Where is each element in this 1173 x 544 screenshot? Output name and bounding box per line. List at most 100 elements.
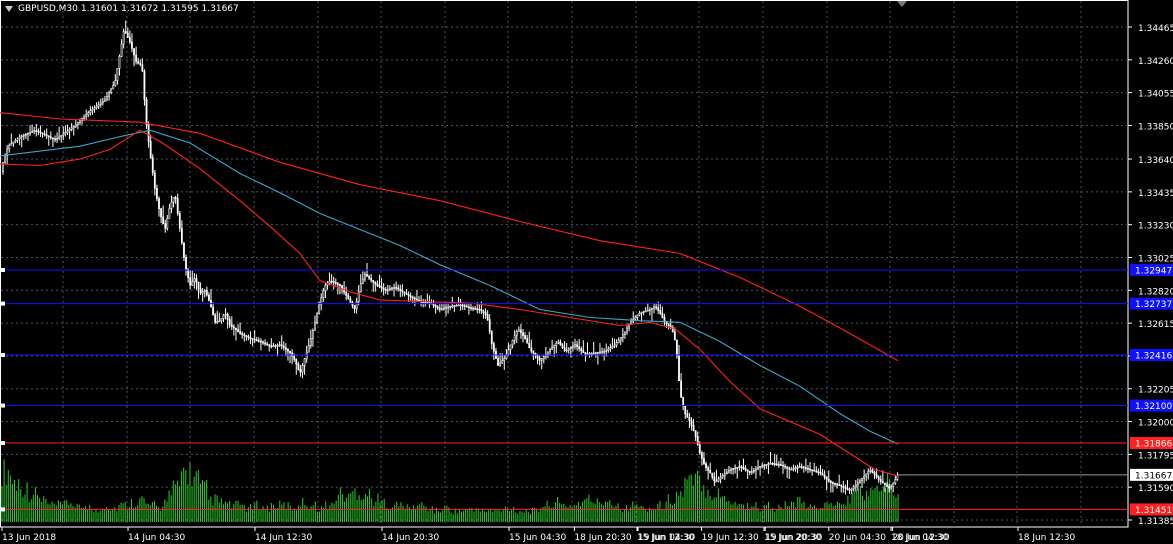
chart-window[interactable]: 1.34465 1.34260 1.34055 1.33850 1.33640 1.334… [0, 0, 1173, 544]
candle-body [280, 344, 283, 347]
candle-body [809, 468, 811, 471]
candle-body [112, 85, 115, 90]
candle-body [528, 342, 531, 349]
candle-body [482, 310, 485, 313]
candle-body [166, 218, 169, 229]
candle-body [197, 281, 200, 290]
candle-body [70, 127, 73, 130]
candle-body [761, 465, 764, 467]
candle-body [630, 320, 633, 325]
candle-body [307, 345, 310, 353]
candle-body [18, 136, 21, 139]
candle-body [653, 306, 655, 309]
candle-body [268, 344, 271, 347]
candle-body [153, 172, 156, 189]
candle-body [131, 41, 133, 49]
candle-body [16, 138, 19, 141]
candle-body [503, 358, 506, 362]
candle-body [786, 466, 789, 469]
candle-body [515, 331, 518, 337]
candle-body [840, 485, 843, 487]
time-axis-label: 15 Jun 04:30 [509, 533, 566, 543]
candle-body [104, 99, 106, 102]
candle-body [854, 484, 857, 488]
candle-body [804, 467, 807, 469]
candle-body [438, 307, 441, 310]
candle-body [345, 291, 348, 296]
candle-body [572, 345, 574, 348]
candle-body [474, 308, 477, 310]
candle-body [642, 311, 645, 313]
candle-body [8, 144, 11, 150]
dropdown-arrow-icon[interactable] [5, 6, 13, 12]
candle-body [549, 349, 551, 353]
time-axis-label: 18 Jun 20:30 [574, 533, 631, 543]
level-price-tag-label: 1.32947 [1135, 266, 1172, 276]
candle-body [89, 110, 92, 113]
candle-body [37, 130, 40, 133]
candle-body [569, 347, 572, 350]
candle-body [355, 301, 358, 310]
candle-body [391, 287, 393, 290]
symbol-header: GBPUSD,M30 1.31601 1.31672 1.31595 1.316… [5, 2, 239, 16]
candle-body [748, 470, 751, 473]
time-axis-label: 20 Jun 04:30 [829, 533, 886, 543]
candle-body [465, 305, 468, 308]
candle-body [203, 290, 206, 293]
price-axis-label: 1.34465 [1138, 24, 1173, 34]
candle-body [705, 463, 707, 469]
candle-body [451, 305, 454, 308]
candle-body [740, 466, 743, 468]
candle-body [24, 133, 27, 136]
candle-body [865, 473, 868, 477]
time-axis-label: 14 Jun 20:30 [382, 533, 439, 543]
chart-canvas[interactable]: 1.34465 1.34260 1.34055 1.33850 1.33640 1.334… [0, 0, 1173, 544]
candle-body [567, 348, 570, 351]
candle-body [239, 331, 242, 334]
candle-body [524, 335, 526, 339]
candle-body [68, 129, 71, 132]
candle-body [744, 468, 747, 471]
level-handle [1, 441, 5, 446]
candle-body [364, 274, 366, 280]
candle-body [189, 277, 192, 286]
candle-body [663, 316, 666, 322]
candle-body [580, 348, 583, 352]
candle-body [359, 283, 362, 293]
time-axis-label: 19 Jun 04:30 [638, 533, 695, 543]
candle-body [684, 405, 687, 415]
candle-body [243, 334, 246, 336]
candle-body [276, 344, 279, 347]
candle-body [58, 136, 61, 139]
candle-body [800, 466, 803, 468]
candle-body [767, 463, 770, 465]
candle-body [561, 344, 564, 349]
candle-body [703, 458, 705, 465]
candle-body [339, 284, 341, 286]
candle-body [395, 287, 398, 289]
candle-body [584, 352, 587, 355]
candle-body [742, 466, 745, 469]
candle-body [730, 468, 732, 471]
candle-body [114, 80, 117, 86]
candle-body [488, 319, 491, 332]
candle-body [178, 213, 181, 229]
candle-body [842, 485, 845, 488]
candle-body [838, 484, 841, 486]
candle-body [135, 54, 138, 62]
price-axis-label: 1.33025 [1138, 254, 1173, 264]
price-axis-label: 1.31385 [1138, 517, 1173, 527]
candle-body [322, 290, 325, 298]
candle-body [651, 307, 653, 310]
candle-body [682, 396, 685, 407]
candle-body [603, 350, 606, 353]
candle-body [87, 112, 90, 115]
candle-body [811, 469, 814, 471]
candle-body [336, 283, 339, 285]
candle-body [596, 351, 599, 354]
candle-body [278, 344, 281, 347]
candle-body [559, 341, 562, 346]
candle-body [260, 340, 262, 343]
candle-body [151, 157, 154, 174]
symbol-label: GBPUSD,M30 [18, 4, 78, 14]
